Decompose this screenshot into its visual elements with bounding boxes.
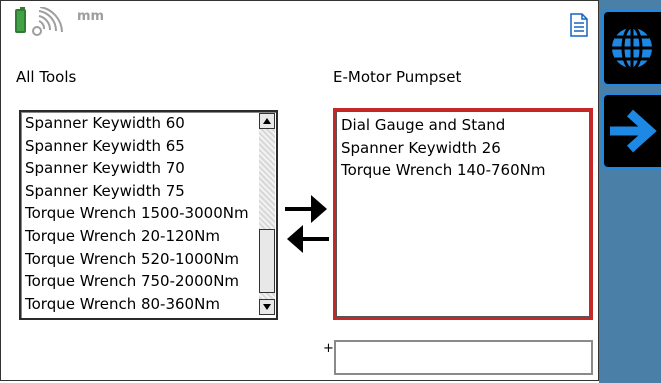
all-tools-listbox[interactable]: Spanner Keywidth 60 Spanner Keywidth 65 … xyxy=(19,110,278,320)
next-button[interactable] xyxy=(602,93,661,169)
list-item[interactable]: Torque Wrench 80-360Nm xyxy=(21,293,257,316)
pumpset-label: E-Motor Pumpset xyxy=(333,68,462,86)
pumpset-listbox[interactable]: Dial Gauge and Stand Spanner Keywidth 26… xyxy=(333,108,593,320)
list-item[interactable]: Torque Wrench 1500-3000Nm xyxy=(21,202,257,225)
list-item[interactable]: Spanner Keywidth 65 xyxy=(21,135,257,158)
unit-label: mm xyxy=(77,9,105,24)
document-icon[interactable] xyxy=(570,13,588,37)
list-item[interactable]: Dial Gauge and Stand xyxy=(336,114,590,137)
scroll-up-button[interactable] xyxy=(259,113,275,129)
list-item[interactable]: Spanner Keywidth 60 xyxy=(21,112,257,135)
scrollbar[interactable] xyxy=(259,113,275,315)
battery-icon xyxy=(15,7,26,33)
list-item[interactable]: Torque Wrench 520-1000Nm xyxy=(21,248,257,271)
language-button[interactable] xyxy=(602,10,661,86)
list-item[interactable]: Torque Wrench 140-760Nm xyxy=(336,159,590,182)
triangle-up-icon xyxy=(263,118,271,124)
list-item[interactable]: Spanner Keywidth 26 xyxy=(336,137,590,160)
list-item[interactable]: Torque Wrench 20-120Nm xyxy=(21,225,257,248)
add-tool-input[interactable] xyxy=(334,340,593,375)
transfer-arrows-icon[interactable] xyxy=(281,189,333,259)
list-item[interactable]: Torque Wrench 750-2000Nm xyxy=(21,270,257,293)
triangle-down-icon xyxy=(263,304,271,310)
main-window: mm All Tools E-Motor Pumpset Spanner Key… xyxy=(0,0,599,381)
all-tools-list: Spanner Keywidth 60 Spanner Keywidth 65 … xyxy=(21,112,257,318)
scroll-thumb[interactable] xyxy=(259,229,275,293)
list-item[interactable]: Spanner Keywidth 70 xyxy=(21,157,257,180)
status-bar: mm xyxy=(15,7,135,37)
pumpset-list: Dial Gauge and Stand Spanner Keywidth 26… xyxy=(336,111,590,182)
wireless-signal-icon xyxy=(32,7,63,36)
add-prefix-label: + xyxy=(323,341,334,356)
globe-icon xyxy=(610,25,654,71)
arrow-right-icon xyxy=(610,109,657,153)
list-item[interactable]: Spanner Keywidth 75 xyxy=(21,180,257,203)
scroll-down-button[interactable] xyxy=(259,299,275,315)
all-tools-label: All Tools xyxy=(16,68,77,86)
